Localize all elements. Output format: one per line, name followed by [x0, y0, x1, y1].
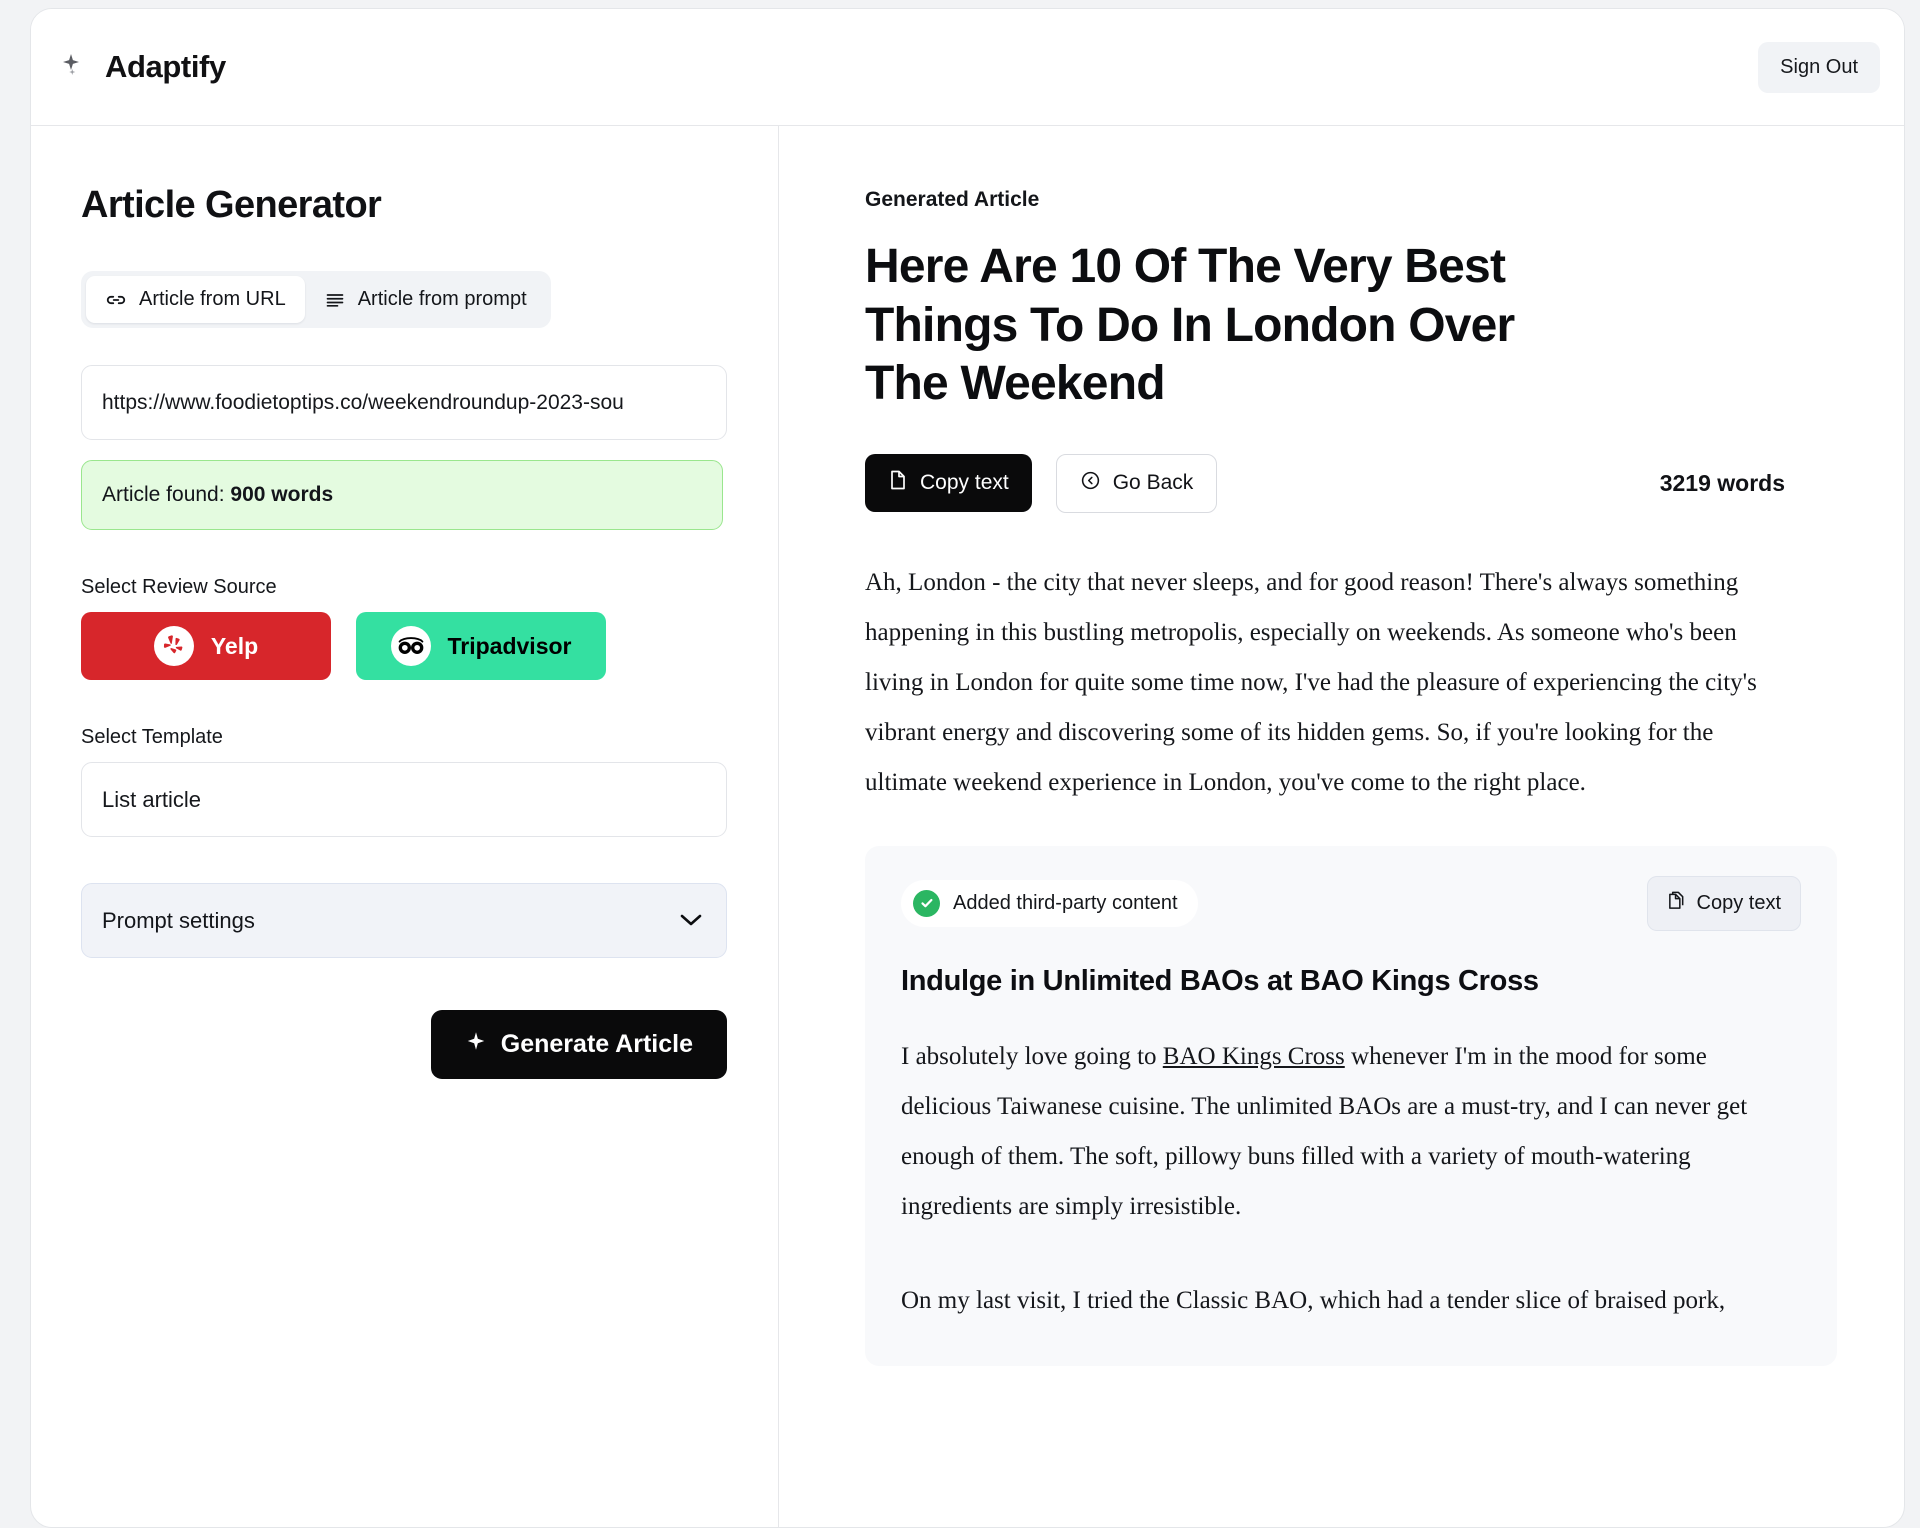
- template-label: Select Template: [81, 726, 223, 748]
- back-arrow-circle-icon: [1080, 470, 1101, 497]
- go-back-label: Go Back: [1112, 471, 1194, 495]
- tab-article-from-prompt[interactable]: Article from prompt: [305, 276, 546, 323]
- prompt-settings-label: Prompt settings: [102, 907, 255, 933]
- article-actions: Copy text Go Back 3219 words: [865, 453, 1785, 513]
- copy-text-button[interactable]: Copy text: [865, 454, 1032, 513]
- prompt-settings-accordion[interactable]: Prompt settings: [81, 883, 727, 958]
- third-party-content-block: Added third-party content Copy text Indu…: [865, 845, 1837, 1366]
- paragraph-text-before-link: I absolutely love going to: [901, 1042, 1163, 1070]
- third-party-header: Added third-party content Copy text: [901, 875, 1801, 931]
- article-title: Here Are 10 Of The Very Best Things To D…: [865, 240, 1515, 411]
- review-source-tripadvisor-button[interactable]: Tripadvisor: [356, 612, 606, 680]
- chevron-down-icon: [678, 908, 704, 934]
- third-party-badge-label: Added third-party content: [953, 891, 1178, 914]
- generated-article-label: Generated Article: [865, 188, 1040, 211]
- go-back-button[interactable]: Go Back: [1055, 453, 1218, 513]
- third-party-paragraph-2: On my last visit, I tried the Classic BA…: [901, 1286, 1726, 1314]
- template-select[interactable]: List article: [81, 762, 727, 837]
- review-source-label: Select Review Source: [81, 576, 277, 598]
- generate-row: Generate Article: [81, 1010, 727, 1079]
- yelp-icon: [153, 626, 194, 666]
- third-party-copy-text-button[interactable]: Copy text: [1646, 875, 1801, 931]
- third-party-copy-text-label: Copy text: [1696, 891, 1781, 914]
- template-selected-value: List article: [102, 786, 202, 812]
- review-source-yelp-button[interactable]: Yelp: [81, 612, 331, 680]
- tab-label: Article from prompt: [357, 288, 527, 310]
- third-party-paragraph-1: I absolutely love going to BAO Kings Cro…: [901, 1032, 1801, 1232]
- link-icon: [105, 289, 127, 311]
- article-intro-paragraph: Ah, London - the city that never sleeps,…: [865, 568, 1757, 796]
- top-bar: Adaptify Sign Out: [31, 9, 1904, 126]
- check-circle-icon: [913, 889, 940, 917]
- generate-article-label: Generate Article: [500, 1030, 693, 1058]
- article-found-text: Article found:: [102, 483, 231, 506]
- generator-panel: Article Generator Article from URL Artic…: [31, 126, 779, 1527]
- copy-text-label: Copy text: [920, 471, 1009, 495]
- third-party-heading: Indulge in Unlimited BAOs at BAO Kings C…: [901, 964, 1539, 997]
- review-source-label-tripadvisor: Tripadvisor: [447, 632, 572, 659]
- copy-document-icon: [1667, 890, 1686, 917]
- sign-out-button[interactable]: Sign Out: [1758, 41, 1880, 93]
- article-preview-panel: Generated Article Here Are 10 Of The Ver…: [779, 126, 1904, 1527]
- tripadvisor-owl-icon: [390, 626, 431, 666]
- url-input[interactable]: [81, 365, 727, 440]
- review-source-label-yelp: Yelp: [210, 632, 259, 659]
- third-party-badge: Added third-party content: [901, 879, 1198, 927]
- article-found-count: 900 words: [230, 483, 334, 506]
- main-content: Article Generator Article from URL Artic…: [31, 126, 1904, 1527]
- copy-document-icon: [888, 469, 908, 497]
- tab-article-from-url[interactable]: Article from URL: [86, 276, 305, 323]
- brand-logo: Adaptify: [59, 49, 226, 85]
- page-title: Article Generator: [81, 184, 382, 226]
- bao-kings-cross-link[interactable]: BAO Kings Cross: [1163, 1043, 1345, 1070]
- brand-name: Adaptify: [105, 49, 226, 84]
- app-window: Adaptify Sign Out Article Generator Arti…: [30, 8, 1905, 1528]
- sparkle-icon: [465, 1030, 487, 1059]
- lines-icon: [324, 290, 346, 310]
- word-count: 3219 words: [1659, 469, 1785, 496]
- sparkles-icon: [59, 50, 93, 84]
- article-found-alert: Article found: 900 words: [81, 460, 723, 530]
- generate-article-button[interactable]: Generate Article: [430, 1010, 727, 1079]
- mode-tabs: Article from URL Article from prompt: [81, 271, 551, 328]
- review-source-options: Yelp Tripadvisor: [81, 612, 728, 680]
- tab-label: Article from URL: [139, 288, 286, 310]
- third-party-body: I absolutely love going to BAO Kings Cro…: [901, 1032, 1801, 1326]
